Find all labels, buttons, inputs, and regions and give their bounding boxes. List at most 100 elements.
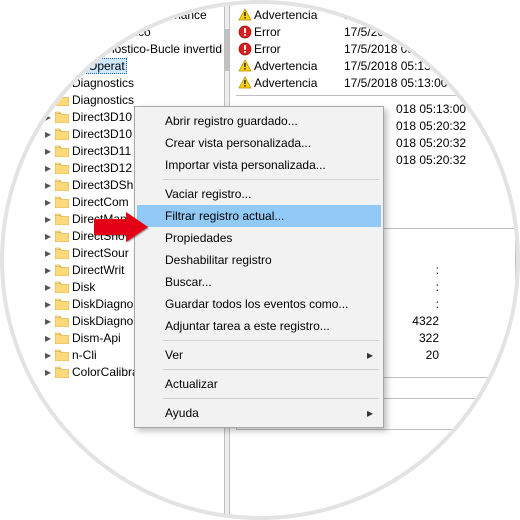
folder-icon <box>54 213 70 225</box>
error-icon <box>236 25 254 39</box>
tree-item-label: DirectSour <box>70 246 131 260</box>
tree-item-label: Diagnostics-Performance <box>70 8 209 22</box>
event-level: Error <box>254 25 344 39</box>
menu-item-label: Ayuda <box>165 406 199 420</box>
tree-item[interactable]: ▸ Diagnostics <box>14 74 224 91</box>
event-level: Advertencia <box>254 76 344 90</box>
event-date: 17/5/2018 05:13: <box>344 59 504 73</box>
expand-caret-icon[interactable]: ▸ <box>42 297 54 311</box>
tree-item-label: Diagnóstico <box>86 25 153 39</box>
event-level: Advertencia <box>254 0 344 5</box>
menu-item[interactable]: Adjuntar tarea a este registro... <box>137 315 381 337</box>
folder-icon <box>54 179 70 191</box>
menu-item[interactable]: Deshabilitar registro <box>137 249 381 271</box>
menu-item-label: Importar vista personalizada... <box>165 158 326 172</box>
menu-item-label: Buscar... <box>165 275 212 289</box>
menu-item-label: Guardar todos los eventos como... <box>165 297 348 311</box>
log-icon <box>70 25 86 39</box>
menu-separator <box>163 340 379 341</box>
menu-item-label: Abrir registro guardado... <box>165 114 298 128</box>
menu-item-label: Vaciar registro... <box>165 187 251 201</box>
context-menu: Abrir registro guardado... Crear vista pe… <box>134 106 384 428</box>
menu-item[interactable]: Guardar todos los eventos como... <box>137 293 381 315</box>
event-row[interactable]: Advertencia17/5/2018 05:13: <box>236 57 520 74</box>
menu-item[interactable]: Importar vista personalizada... <box>137 154 381 176</box>
menu-item-label: Adjuntar tarea a este registro... <box>165 319 330 333</box>
expand-caret-icon[interactable]: ▸ <box>42 212 54 226</box>
folder-icon <box>54 145 70 157</box>
tree-item-label: DirectCom <box>70 195 131 209</box>
expand-caret-icon[interactable]: ▸ <box>42 161 54 175</box>
tree-item-label: Diagnostics <box>70 76 136 90</box>
menu-item[interactable]: Abrir registro guardado... <box>137 110 381 132</box>
expand-caret-icon[interactable]: ▸ <box>42 110 54 124</box>
folder-icon <box>54 230 70 242</box>
menu-item[interactable]: Ver▸ <box>137 344 381 366</box>
event-level: Advertencia <box>254 59 344 73</box>
menu-item[interactable]: Propiedades <box>137 227 381 249</box>
menu-item-label: Propiedades <box>165 231 232 245</box>
expand-caret-icon[interactable]: ▸ <box>42 348 54 362</box>
menu-item[interactable]: Actualizar <box>137 373 381 395</box>
expand-caret-icon[interactable]: ▸ <box>42 314 54 328</box>
error-icon <box>236 42 254 56</box>
tree-item-label: Disk <box>70 280 97 294</box>
tree-item-label: DirectWrit <box>70 263 126 277</box>
tree-item-label: Operat <box>86 58 127 74</box>
tree-item[interactable]: Operat <box>14 57 224 74</box>
folder-icon <box>54 128 70 140</box>
folder-icon <box>54 298 70 310</box>
folder-icon <box>54 94 70 106</box>
event-date: 018 05:13:00 <box>396 102 466 116</box>
event-row[interactable]: Error17/5/201 <box>236 23 520 40</box>
event-row[interactable]: Advertencia17/ <box>236 6 520 23</box>
event-date: 17/5/201 <box>344 25 504 39</box>
menu-item[interactable]: Buscar... <box>137 271 381 293</box>
expand-caret-icon[interactable]: ▸ <box>42 229 54 243</box>
menu-item[interactable]: Filtrar registro actual... <box>137 205 381 227</box>
log-icon <box>70 59 86 73</box>
tree-item[interactable]: ▸ Diagnostics-Performance <box>14 6 224 23</box>
expand-caret-icon[interactable]: ▸ <box>42 246 54 260</box>
menu-item[interactable]: Vaciar registro... <box>137 183 381 205</box>
expand-caret-icon[interactable]: ▸ <box>42 127 54 141</box>
tree-item-label: Diagnóstico-Bucle invertid <box>81 42 224 56</box>
expand-caret-icon[interactable]: ▸ <box>42 365 54 379</box>
expand-caret-icon[interactable]: ▸ <box>42 280 54 294</box>
expand-caret-icon[interactable]: ▸ <box>42 76 54 90</box>
tree-scrollbar-thumb[interactable] <box>225 29 229 71</box>
folder-icon <box>54 264 70 276</box>
expand-caret-icon[interactable]: ▸ <box>42 93 54 107</box>
warning-icon <box>236 8 254 22</box>
folder-icon <box>54 366 70 378</box>
tree-item-label: Direct3D11 <box>70 144 133 158</box>
event-row[interactable]: Advertencia17/5/2018 05:13:00 <box>236 74 520 91</box>
menu-separator <box>163 179 379 180</box>
menu-item[interactable]: Ayuda ▸ <box>137 402 381 424</box>
expand-caret-icon[interactable]: ▸ <box>42 178 54 192</box>
expand-caret-icon[interactable]: ▸ <box>42 331 54 345</box>
event-date: 17/ <box>344 8 504 22</box>
menu-item-label: Filtrar registro actual... <box>165 209 284 223</box>
submenu-arrow-icon: ▸ <box>367 406 373 420</box>
folder-icon <box>54 247 70 259</box>
log-icon <box>66 42 81 56</box>
menu-item[interactable]: Crear vista personalizada... <box>137 132 381 154</box>
warning-icon <box>236 76 254 90</box>
menu-separator <box>163 369 379 370</box>
expand-caret-icon[interactable]: ▸ <box>42 8 54 22</box>
folder-icon <box>54 111 70 123</box>
event-date: 018 05:20:32 <box>396 153 466 167</box>
event-level: Advertencia <box>254 8 344 22</box>
event-date: 17/5/2018 05: <box>344 42 504 56</box>
folder-icon <box>54 196 70 208</box>
tree-item[interactable]: Diagnóstico-Bucle invertid <box>14 40 224 57</box>
expand-caret-icon[interactable]: ▸ <box>42 144 54 158</box>
tree-item-label: tics-Networking <box>70 0 156 5</box>
event-row[interactable]: Error17/5/2018 05: <box>236 40 520 57</box>
tree-item[interactable]: Diagnóstico <box>14 23 224 40</box>
expand-caret-icon[interactable]: ▸ <box>42 195 54 209</box>
expand-caret-icon[interactable]: ▸ <box>42 263 54 277</box>
menu-item-label: Ver <box>165 348 183 362</box>
tree-item-label: n-Cli <box>70 348 99 362</box>
